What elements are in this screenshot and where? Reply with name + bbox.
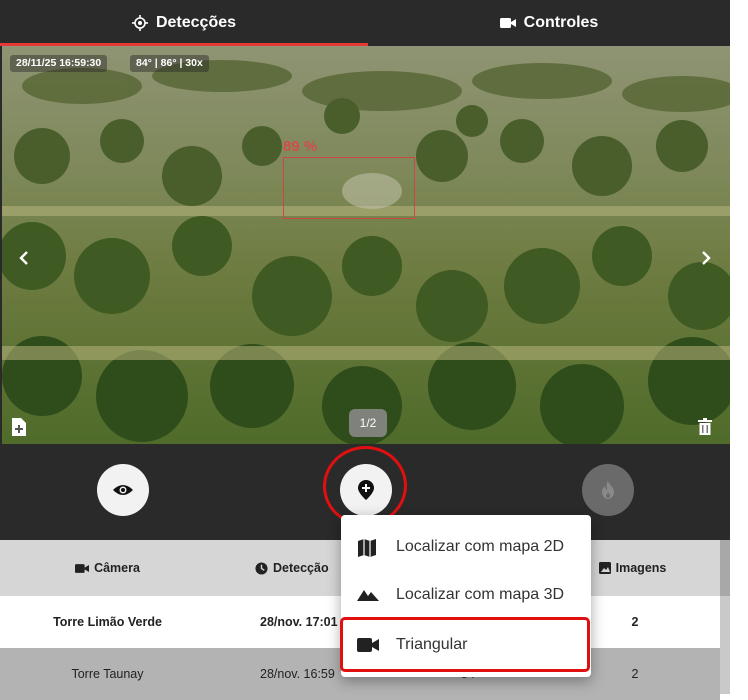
column-images-label: Imagens (615, 561, 667, 575)
column-camera-label: Câmera (94, 561, 140, 575)
table-scrollbar-thumb[interactable] (720, 540, 730, 596)
videocam-icon (75, 563, 90, 574)
detection-image[interactable]: 28/11/25 16:59:30 84° | 86° | 30x 89 % 1… (2, 46, 730, 444)
crosshair-icon (131, 15, 148, 31)
detection-box (283, 157, 415, 219)
view-button[interactable] (97, 464, 149, 516)
column-detection[interactable]: Detecção (255, 540, 340, 596)
menu-item-map-2d-label: Localizar com mapa 2D (396, 538, 565, 555)
menu-item-map-3d[interactable]: Localizar com mapa 3D (341, 569, 591, 621)
triangulate-highlight (340, 617, 590, 672)
menu-item-map-3d-label: Localizar com mapa 3D (396, 586, 565, 603)
tab-deteccoes[interactable]: Detecções (0, 0, 368, 46)
delete-button[interactable] (696, 417, 714, 437)
map-icon (357, 539, 377, 557)
chevron-right-icon (702, 251, 711, 265)
tab-controles[interactable]: Controles (368, 0, 730, 46)
clock-icon (255, 561, 268, 575)
trash-icon (698, 418, 712, 435)
timestamp-badge: 28/11/25 16:59:30 (10, 55, 108, 72)
cell-camera: Torre Taunay (71, 667, 144, 681)
landscape-image (2, 46, 730, 444)
tab-deteccoes-label: Detecções (155, 14, 237, 31)
tab-bar: Detecções Controles (0, 0, 730, 46)
add-file-icon (12, 418, 26, 436)
page-margin (730, 0, 748, 694)
column-images[interactable]: Imagens (590, 540, 675, 596)
column-camera[interactable]: Câmera (40, 540, 175, 596)
cell-camera: Torre Limão Verde (53, 615, 162, 629)
eye-icon (113, 485, 133, 495)
add-file-button[interactable] (10, 417, 28, 437)
chevron-left-icon (19, 251, 28, 265)
image-counter: 1/2 (349, 409, 387, 437)
detection-confidence: 89 % (283, 138, 318, 155)
cell-images: 2 (631, 667, 639, 681)
terrain-icon (357, 587, 379, 601)
tab-controles-label: Controles (523, 14, 599, 31)
image-icon (598, 562, 611, 574)
ptz-badge: 84° | 86° | 30x (130, 55, 209, 72)
cell-images: 2 (631, 615, 639, 629)
next-image-button[interactable] (696, 246, 716, 270)
previous-image-button[interactable] (14, 246, 34, 270)
fire-button[interactable] (582, 464, 634, 516)
localize-menu: Localizar com mapa 2D Localizar com mapa… (340, 515, 591, 677)
cell-detection: 28/nov. 16:59 (260, 667, 335, 681)
menu-item-map-2d[interactable]: Localizar com mapa 2D (341, 521, 591, 573)
column-detection-label: Detecção (273, 561, 329, 575)
cell-detection: 28/nov. 17:01 (260, 615, 338, 629)
videocam-icon (499, 16, 516, 30)
fire-icon (602, 481, 614, 499)
